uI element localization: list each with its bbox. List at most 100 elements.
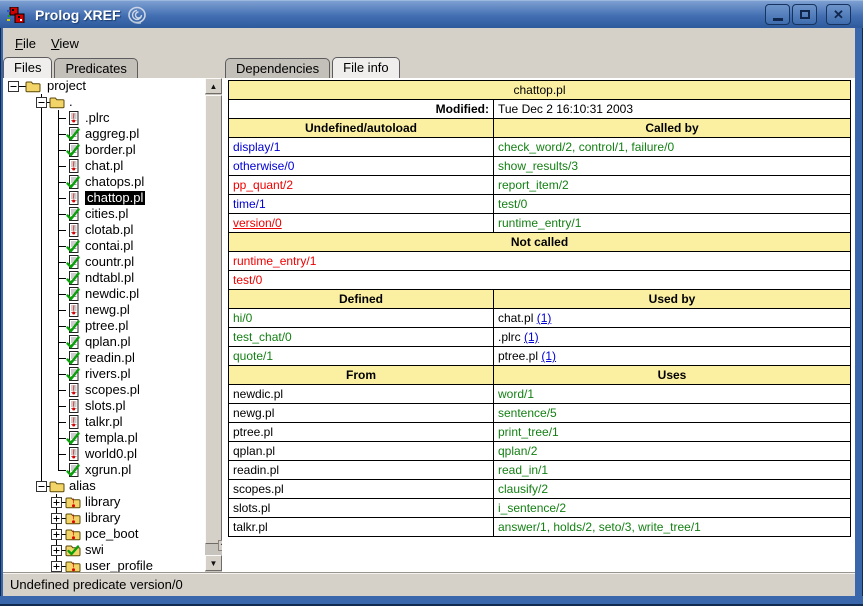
tree-item-label[interactable]: xgrun.pl [85,463,131,477]
predicate-link[interactable]: quote/1 [233,349,273,363]
tree-item-label[interactable]: project [47,79,86,93]
reference-count-link[interactable]: (1) [524,330,539,344]
tree-item-label[interactable]: ptree.pl [85,319,128,333]
tree-item-rivers-pl[interactable]: rivers.pl [3,366,205,382]
tree-item-label[interactable]: swi [85,543,104,557]
predicate-link[interactable]: control/1 [579,140,625,154]
tree-item-label[interactable]: world0.pl [85,447,137,461]
predicate-link[interactable]: print_tree/1 [498,425,559,439]
tree-item-label[interactable]: pce_boot [85,527,139,541]
maximize-button[interactable] [792,4,817,25]
tree-item-label-selected[interactable]: chattop.pl [85,191,145,205]
menu-file[interactable]: File [15,36,36,51]
predicate-link[interactable]: pp_quant/2 [233,178,293,192]
tree-item-border-pl[interactable]: border.pl [3,142,205,158]
tree-item-label[interactable]: chat.pl [85,159,123,173]
close-button[interactable]: ✕ [826,4,851,25]
tree-item-qplan-pl[interactable]: qplan.pl [3,334,205,350]
tab-file-info[interactable]: File info [332,57,400,78]
collapse-box-icon[interactable] [36,481,47,492]
predicate-link[interactable]: display/1 [233,140,280,154]
tab-dependencies[interactable]: Dependencies [225,58,330,78]
reference-count-link[interactable]: (1) [537,311,552,325]
tree-scrollbar[interactable]: ▲ ▼ [205,78,222,572]
tree-item-templa-pl[interactable]: templa.pl [3,430,205,446]
predicate-link[interactable]: test_chat/0 [233,330,292,344]
tree-item-readin-pl[interactable]: readin.pl [3,350,205,366]
predicate-link[interactable]: test/0 [498,197,527,211]
tree-item-chattop-pl[interactable]: chattop.pl [3,190,205,206]
tree-item-label[interactable]: scopes.pl [85,383,140,397]
expand-box-icon[interactable] [51,513,62,524]
tree-item-xgrun-pl[interactable]: xgrun.pl [3,462,205,478]
tree-item-label[interactable]: user_profile [85,559,153,572]
tree-item-world0-pl[interactable]: world0.pl [3,446,205,462]
tree-item-talkr-pl[interactable]: talkr.pl [3,414,205,430]
tree-item-ptree-pl[interactable]: ptree.pl [3,318,205,334]
tree-item-label[interactable]: clotab.pl [85,223,133,237]
predicate-link[interactable]: i_sentence/2 [498,501,566,515]
predicate-link[interactable]: holds/2 [553,520,592,534]
predicate-link[interactable]: seto/3 [599,520,632,534]
tree-item-label[interactable]: library [85,495,120,509]
tree-item-label[interactable]: library [85,511,120,525]
expand-box-icon[interactable] [51,561,62,572]
tree-item-label[interactable]: cities.pl [85,207,128,221]
tree-item-label[interactable]: border.pl [85,143,136,157]
tree-item-label[interactable]: slots.pl [85,399,125,413]
predicate-link[interactable]: show_results/3 [498,159,578,173]
predicate-link[interactable]: answer/1 [498,520,547,534]
predicate-link[interactable]: otherwise/0 [233,159,294,173]
predicate-link[interactable]: version/0 [233,216,282,230]
tree-item-label[interactable]: ndtabl.pl [85,271,134,285]
predicate-link[interactable]: runtime_entry/1 [498,216,581,230]
tree-item-label[interactable]: rivers.pl [85,367,131,381]
predicate-link[interactable]: word/1 [498,387,534,401]
tree-item-project[interactable]: project [3,78,205,94]
tree-item-cities-pl[interactable]: cities.pl [3,206,205,222]
tree-item-label[interactable]: alias [69,479,96,493]
expand-box-icon[interactable] [51,545,62,556]
minimize-button[interactable] [765,4,790,25]
tree-item-slots-pl[interactable]: slots.pl [3,398,205,414]
tab-predicates[interactable]: Predicates [54,58,137,78]
tree-item-label[interactable]: countr.pl [85,255,134,269]
tree-item-label[interactable]: . [69,95,73,109]
title-bar[interactable]: Prolog XREF ✕ [0,0,863,28]
predicate-link[interactable]: sentence/5 [498,406,557,420]
predicate-link[interactable]: clausify/2 [498,482,548,496]
tree-item-chat-pl[interactable]: chat.pl [3,158,205,174]
tree-item-label[interactable]: readin.pl [85,351,135,365]
tree-item-label[interactable]: qplan.pl [85,335,131,349]
tree-item-label[interactable]: chatops.pl [85,175,144,189]
predicate-link[interactable]: check_word/2 [498,140,572,154]
collapse-box-icon[interactable] [36,97,47,108]
tree-item-newg-pl[interactable]: newg.pl [3,302,205,318]
tree-item-label[interactable]: .plrc [85,111,110,125]
tree-item-label[interactable]: talkr.pl [85,415,123,429]
scrollbar-thumb[interactable] [205,95,222,544]
predicate-link[interactable]: failure/0 [631,140,674,154]
expand-box-icon[interactable] [51,529,62,540]
tree-item-contai-pl[interactable]: contai.pl [3,238,205,254]
tree-item-library[interactable]: library [3,494,205,510]
tree-item-label[interactable]: templa.pl [85,431,138,445]
predicate-link[interactable]: report_item/2 [498,178,569,192]
tree-item-label[interactable]: contai.pl [85,239,133,253]
tab-files[interactable]: Files [3,57,52,78]
menu-view[interactable]: View [51,36,79,51]
tree-item-[interactable]: . [3,94,205,110]
tree-item-clotab-pl[interactable]: clotab.pl [3,222,205,238]
tree-item-ndtabl-pl[interactable]: ndtabl.pl [3,270,205,286]
predicate-link[interactable]: time/1 [233,197,266,211]
tree-item-plrc[interactable]: .plrc [3,110,205,126]
scroll-down-button[interactable]: ▼ [205,555,222,571]
tree-item-library[interactable]: library [3,510,205,526]
reference-count-link[interactable]: (1) [541,349,556,363]
tree-item-countr-pl[interactable]: countr.pl [3,254,205,270]
tree-item-user-profile[interactable]: user_profile [3,558,205,572]
tree-item-swi[interactable]: swi [3,542,205,558]
tree-item-chatops-pl[interactable]: chatops.pl [3,174,205,190]
tree-item-label[interactable]: newg.pl [85,303,130,317]
tree-item-pce-boot[interactable]: pce_boot [3,526,205,542]
